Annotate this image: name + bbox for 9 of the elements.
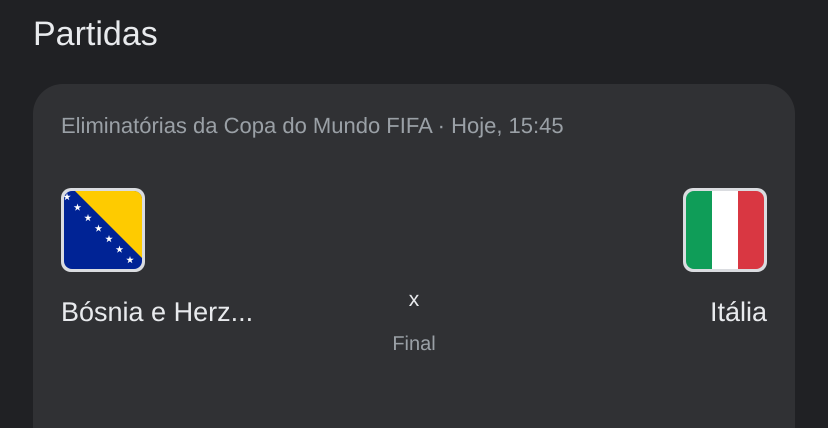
team-name: Itália: [710, 296, 767, 328]
section-heading: Partidas: [33, 14, 159, 55]
team-name: Bósnia e Herz...: [61, 296, 254, 328]
flag-icon: [61, 188, 145, 272]
match-card[interactable]: Eliminatórias da Copa do Mundo FIFA · Hoje, 15:45 Bósnia e Herz... x Final Itália: [33, 84, 795, 428]
flag-icon: [683, 188, 767, 272]
match-status: Final: [392, 332, 436, 356]
competition-info: Eliminatórias da Copa do Mundo FIFA · Hoje, 15:45: [61, 112, 565, 140]
versus-separator: x: [408, 288, 420, 312]
